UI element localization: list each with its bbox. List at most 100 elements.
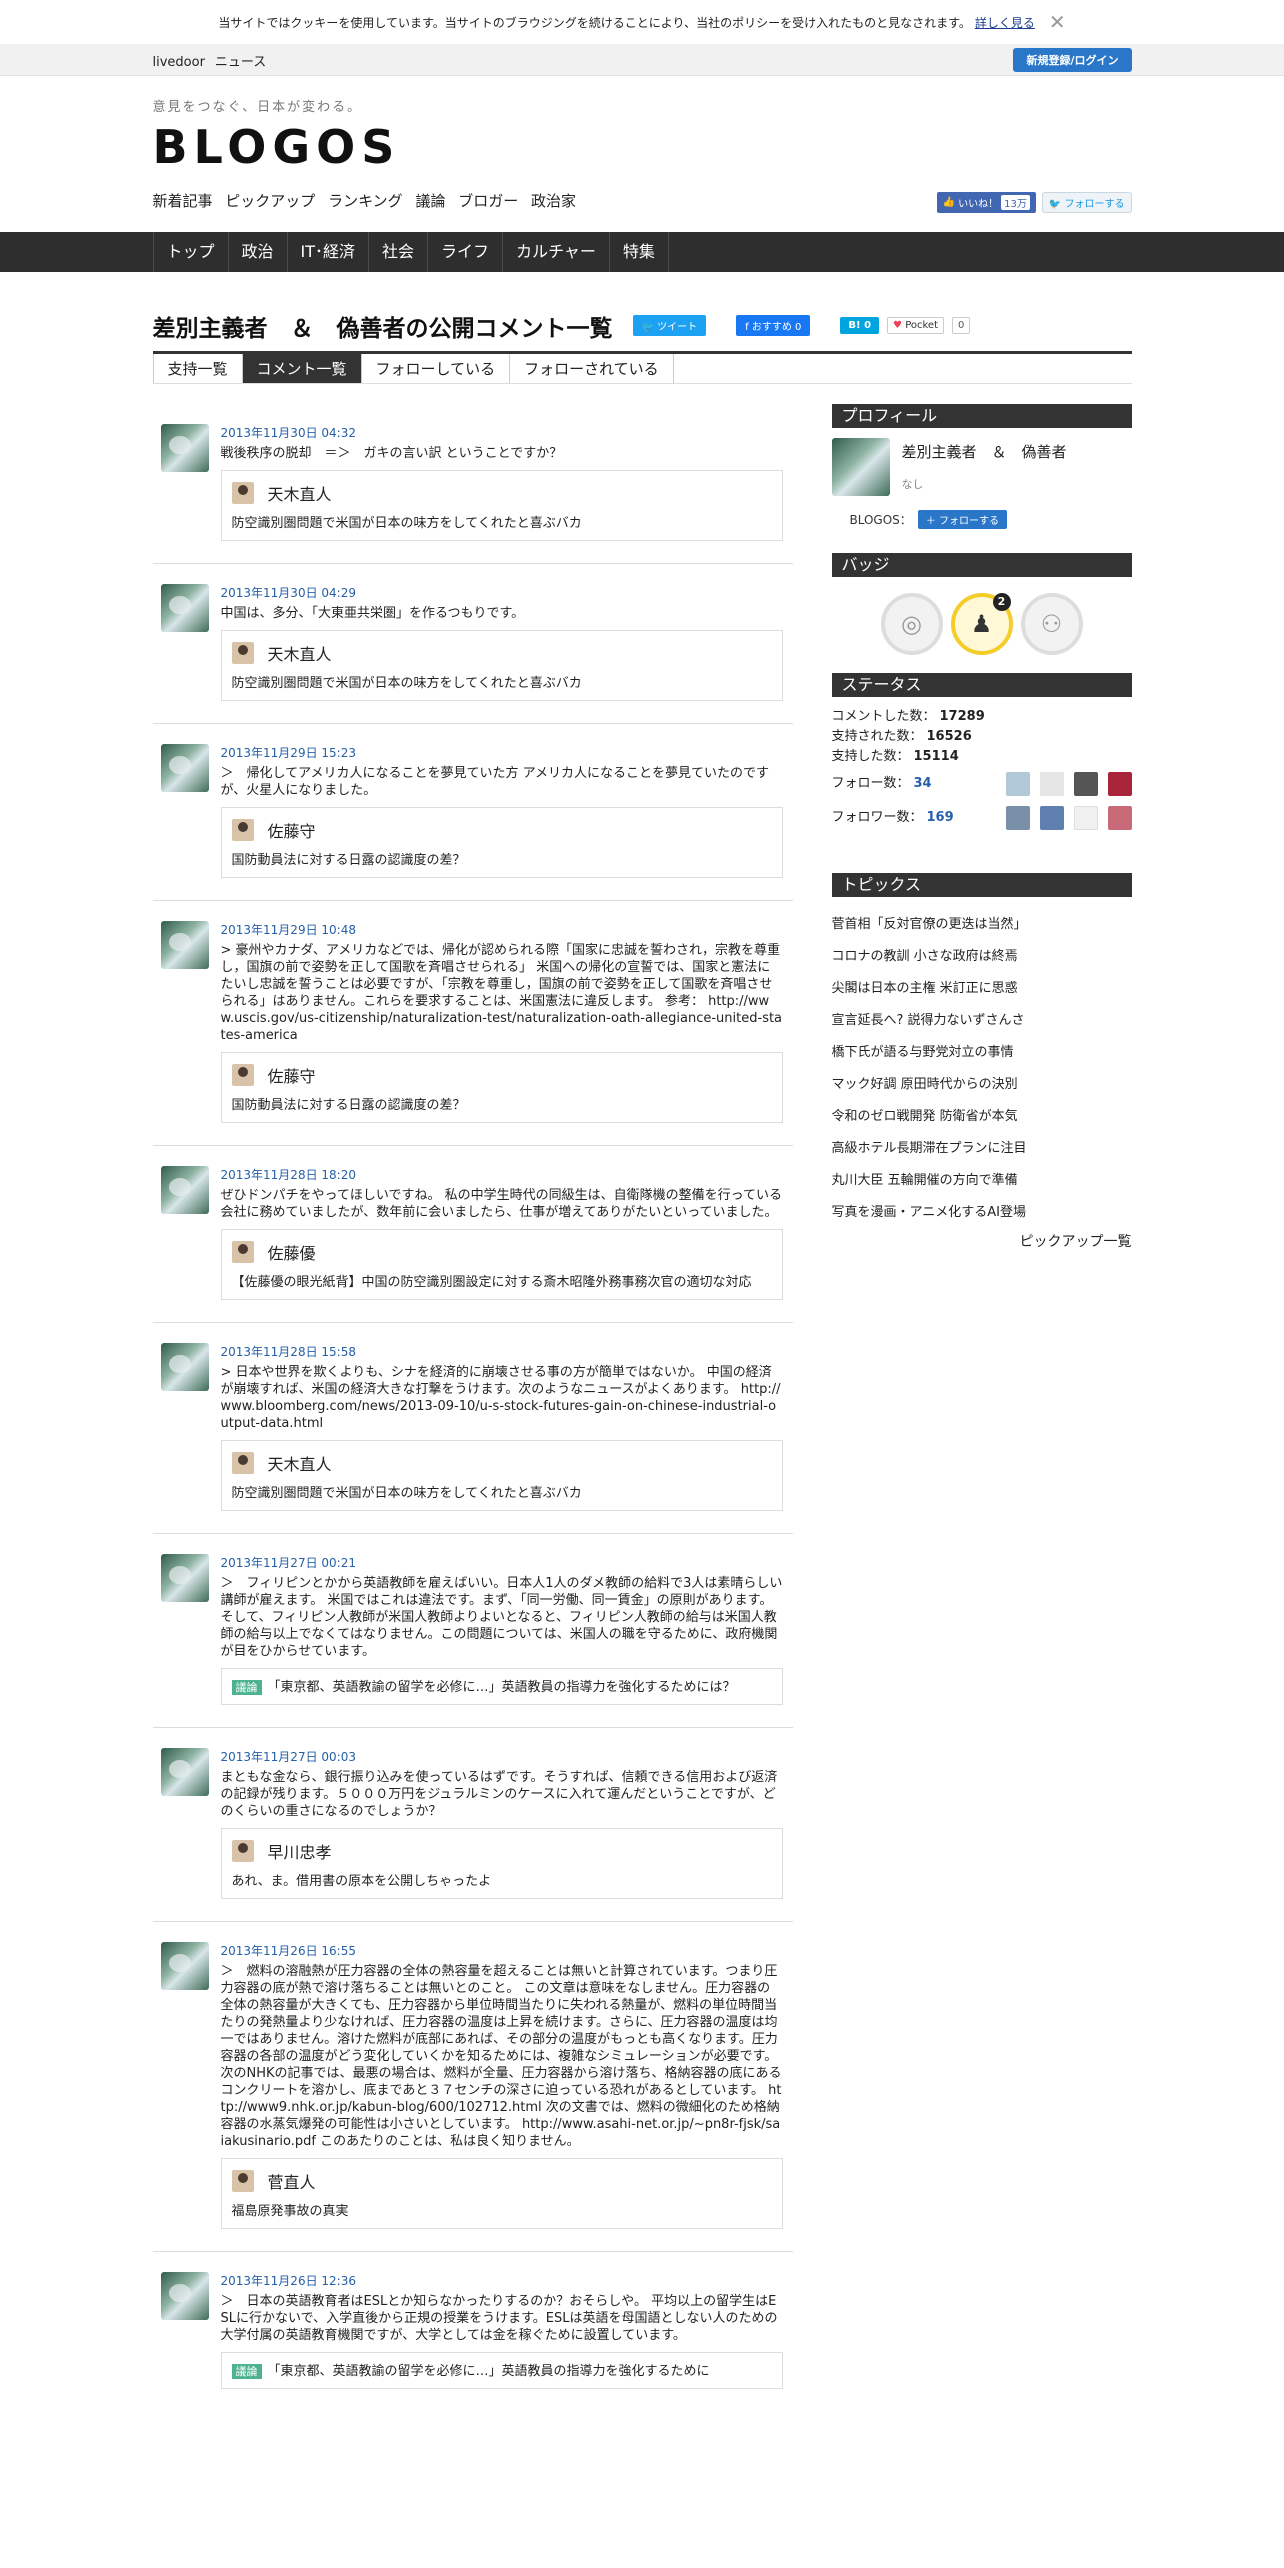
topic-link[interactable]: 写真を漫画・アニメ化するAI登場 [832, 1195, 1132, 1227]
topic-link[interactable]: 高級ホテル長期滞在プランに注目 [832, 1131, 1132, 1163]
debate-title[interactable]: 「東京都、英語教諭の留学を必修に…」英語教員の指導力を強化するために [268, 2364, 710, 2379]
cookie-more-link[interactable]: 詳しく見る [975, 14, 1035, 31]
article-author[interactable]: 菅直人 [268, 2169, 316, 2193]
debate-link-box[interactable]: 議論 「東京都、英語教諭の留学を必修に…」英語教員の指導力を強化するためには？ [220, 1668, 783, 1705]
article-title[interactable]: 福島原発事故の真実 [232, 2203, 772, 2220]
topic-link[interactable]: 令和のゼロ戦開発 防衛省が本気 [832, 1099, 1132, 1131]
user-avatar[interactable] [160, 424, 209, 472]
article-link-box[interactable]: 天木直人 防空識別圏問題で米国が日本の味方をしてくれたと喜ぶバカ [220, 1440, 783, 1511]
subnav-blogger[interactable]: ブロガー [458, 192, 518, 210]
binoculars-badge-icon[interactable]: ◎ [880, 593, 943, 655]
followers-count-link[interactable]: 169 [927, 808, 954, 828]
user-avatar[interactable] [160, 1343, 209, 1391]
nav-society[interactable]: 社会 [369, 232, 429, 272]
nav-top[interactable]: トップ [152, 232, 229, 272]
comment-date[interactable]: 2013年11月30日 04:29 [221, 584, 783, 601]
follower-avatar[interactable] [1039, 806, 1064, 830]
user-avatar[interactable] [160, 1166, 209, 1214]
comment-date[interactable]: 2013年11月27日 00:21 [221, 1554, 783, 1571]
comment-date[interactable]: 2013年11月26日 12:36 [221, 2272, 783, 2289]
nav-politics[interactable]: 政治 [229, 232, 288, 272]
article-author[interactable]: 早川忠孝 [268, 1839, 332, 1863]
article-title[interactable]: 国防動員法に対する日露の認識度の差？ [232, 852, 772, 869]
topic-link[interactable]: 宣言延長へ? 説得力ないずさんさ [832, 1003, 1132, 1035]
user-avatar[interactable] [160, 2272, 209, 2320]
article-author[interactable]: 天木直人 [268, 641, 332, 665]
nav-it-economy[interactable]: IT･経済 [288, 232, 370, 272]
follower-avatar[interactable] [1073, 806, 1098, 830]
facebook-recommend-button[interactable]: f おすすめ 0 [736, 315, 811, 336]
comment-date[interactable]: 2013年11月30日 04:32 [221, 424, 783, 441]
blogos-logo[interactable]: BLOGOS [153, 120, 401, 174]
article-link-box[interactable]: 佐藤守 国防動員法に対する日露の認識度の差？ [220, 1052, 783, 1123]
brand-livedoor[interactable]: livedoor [153, 55, 205, 70]
nav-life[interactable]: ライフ [428, 232, 504, 272]
follow-button[interactable]: ＋ フォローする [917, 510, 1007, 529]
following-avatar[interactable] [1073, 772, 1098, 796]
article-link-box[interactable]: 佐藤守 国防動員法に対する日露の認識度の差？ [220, 807, 783, 878]
user-avatar[interactable] [160, 1748, 209, 1796]
close-icon[interactable]: ✕ [1049, 12, 1066, 32]
debate-title[interactable]: 「東京都、英語教諭の留学を必修に…」英語教員の指導力を強化するためには？ [268, 1680, 736, 1695]
pickup-list-link[interactable]: ピックアップ一覧 [832, 1231, 1132, 1251]
subnav-pickup[interactable]: ピックアップ [225, 192, 315, 210]
article-author[interactable]: 天木直人 [268, 1451, 332, 1475]
following-avatar[interactable] [1107, 772, 1132, 796]
article-link-box[interactable]: 天木直人 防空識別圏問題で米国が日本の味方をしてくれたと喜ぶバカ [220, 470, 783, 541]
pocket-button[interactable]: ♥ Pocket [887, 317, 944, 334]
topic-link[interactable]: 橋下氏が語る与野党対立の事情 [832, 1035, 1132, 1067]
comment-date[interactable]: 2013年11月26日 16:55 [221, 1942, 783, 1959]
comment-date[interactable]: 2013年11月27日 00:03 [221, 1748, 783, 1765]
tab-following[interactable]: フォローしている [362, 354, 511, 383]
subnav-new[interactable]: 新着記事 [153, 192, 213, 210]
user-avatar[interactable] [160, 921, 209, 969]
debate-link-box[interactable]: 議論 「東京都、英語教諭の留学を必修に…」英語教員の指導力を強化するために [220, 2352, 783, 2389]
subnav-politician[interactable]: 政治家 [531, 192, 576, 210]
nav-culture[interactable]: カルチャー [503, 232, 610, 272]
article-link-box[interactable]: 早川忠孝 あれ、ま。借用書の原本を公開しちゃったよ [220, 1828, 783, 1899]
user-avatar[interactable] [160, 744, 209, 792]
nav-special[interactable]: 特集 [610, 232, 669, 272]
topic-link[interactable]: マック好調 原田時代からの決別 [832, 1067, 1132, 1099]
twitter-follow-button[interactable]: 🐦 フォローする [1041, 192, 1132, 213]
login-button[interactable]: 新規登録/ログイン [1013, 48, 1132, 72]
comment-date[interactable]: 2013年11月29日 10:48 [221, 921, 783, 938]
article-title[interactable]: 防空識別圏問題で米国が日本の味方をしてくれたと喜ぶバカ [232, 675, 772, 692]
follower-avatar[interactable] [1107, 806, 1132, 830]
tab-comments[interactable]: コメント一覧 [242, 354, 362, 383]
article-author[interactable]: 佐藤守 [268, 818, 316, 842]
article-link-box[interactable]: 菅直人 福島原発事故の真実 [220, 2158, 783, 2229]
livedoor-brand[interactable]: livedoor ニュース [153, 51, 277, 70]
topic-link[interactable]: 菅首相「反対官僚の更迭は当然」 [832, 907, 1132, 939]
article-title[interactable]: 防空識別圏問題で米国が日本の味方をしてくれたと喜ぶバカ [232, 515, 772, 532]
article-author[interactable]: 天木直人 [268, 481, 332, 505]
following-avatar[interactable] [1005, 772, 1030, 796]
topic-link[interactable]: 尖閣は日本の主権 米訂正に思惑 [832, 971, 1132, 1003]
following-count-link[interactable]: 34 [914, 774, 932, 794]
article-author[interactable]: 佐藤優 [268, 1240, 316, 1264]
brand-news[interactable]: ニュース [215, 55, 266, 70]
user-avatar[interactable] [160, 584, 209, 632]
article-title[interactable]: 【佐藤優の眼光紙背】中国の防空識別圏設定に対する斎木昭隆外務事務次官の適切な対応 [232, 1274, 772, 1291]
comment-date[interactable]: 2013年11月28日 18:20 [221, 1166, 783, 1183]
subnav-ranking[interactable]: ランキング [328, 192, 403, 210]
tweet-button[interactable]: 🐦 ツイート [632, 315, 707, 336]
comment-date[interactable]: 2013年11月28日 15:58 [221, 1343, 783, 1360]
article-author[interactable]: 佐藤守 [268, 1063, 316, 1087]
article-title[interactable]: 国防動員法に対する日露の認識度の差？ [232, 1097, 772, 1114]
follower-avatar[interactable] [1005, 806, 1030, 830]
article-link-box[interactable]: 佐藤優 【佐藤優の眼光紙背】中国の防空識別圏設定に対する斎木昭隆外務事務次官の適… [220, 1229, 783, 1300]
tab-followers[interactable]: フォローされている [510, 354, 674, 383]
hatena-bookmark-button[interactable]: B! 0 [840, 317, 880, 334]
facebook-like-button[interactable]: 👍 いいね！ 13万 [936, 192, 1036, 213]
tab-supports[interactable]: 支持一覧 [152, 354, 243, 383]
speaker-badge-icon[interactable]: ♟ 2 [950, 593, 1013, 655]
user-avatar[interactable] [160, 1554, 209, 1602]
article-title[interactable]: あれ、ま。借用書の原本を公開しちゃったよ [232, 1873, 772, 1890]
people-badge-icon[interactable]: ⚇ [1020, 593, 1083, 655]
article-title[interactable]: 防空識別圏問題で米国が日本の味方をしてくれたと喜ぶバカ [232, 1485, 772, 1502]
topic-link[interactable]: コロナの教訓 小さな政府は終焉 [832, 939, 1132, 971]
subnav-debate[interactable]: 議論 [415, 192, 445, 210]
article-link-box[interactable]: 天木直人 防空識別圏問題で米国が日本の味方をしてくれたと喜ぶバカ [220, 630, 783, 701]
topic-link[interactable]: 丸川大臣 五輪開催の方向で準備 [832, 1163, 1132, 1195]
